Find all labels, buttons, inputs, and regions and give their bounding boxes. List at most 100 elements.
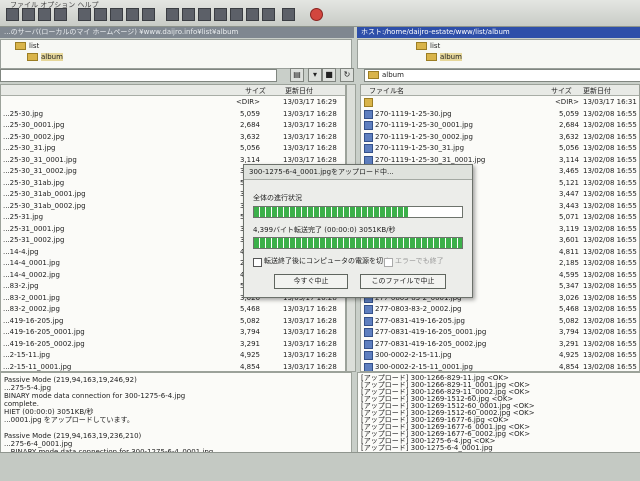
settings-icon[interactable] (282, 8, 295, 21)
table-row[interactable]: ...2-15-11.jpg 4,925 13/03/17 16:28 (1, 350, 345, 360)
log-line: Passive Mode (219,94,163,19,236,210) (4, 432, 142, 440)
error-exit-checkbox[interactable] (384, 258, 393, 267)
image-file-icon (364, 316, 373, 326)
list-icon[interactable] (246, 8, 259, 21)
tree-item-list[interactable]: list (15, 42, 39, 50)
table-row[interactable]: 270-1119-1-25-30_0002.jpg 3,632 13/02/08 1… (361, 132, 639, 142)
new-folder-icon[interactable] (182, 8, 195, 21)
mirror-icon[interactable] (78, 8, 91, 21)
paste-icon[interactable] (110, 8, 123, 21)
upload-icon[interactable] (38, 8, 51, 21)
shutdown-checkbox[interactable] (253, 258, 262, 267)
rename-icon[interactable] (142, 8, 155, 21)
local-refresh-icon[interactable]: ↻ (340, 68, 354, 82)
tree-item-list[interactable]: list (416, 42, 440, 50)
local-open-folder-icon[interactable]: ▤ (290, 68, 304, 82)
log-line: ...275-6-4_0001.jpg (4, 440, 73, 448)
file-date: 13/02/08 16:55 (583, 362, 637, 371)
file-size: 5,059 (239, 109, 260, 118)
table-row[interactable]: 270-1119-1-25-30.jpg 5,059 13/02/08 16:55 (361, 109, 639, 119)
file-size: 5,071 (558, 213, 579, 221)
sort-down-icon[interactable] (198, 8, 211, 21)
local-folder-tree: list album (0, 39, 352, 69)
file-name: ...83-2_0002.jpg (3, 305, 60, 313)
table-row[interactable]: ...25-30.jpg 5,059 13/03/17 16:28 (1, 109, 345, 119)
table-row[interactable]: ...83-2_0002.jpg 5,468 13/03/17 16:28 (1, 304, 345, 314)
file-size: 2,185 (558, 259, 579, 267)
table-row[interactable]: <DIR> 13/03/17 16:31 (361, 97, 639, 107)
table-row[interactable]: ...2-15-11_0001.jpg 4,854 13/03/17 16:28 (1, 362, 345, 372)
file-size: 3,632 (558, 132, 579, 141)
tree-item-album[interactable]: album (426, 53, 462, 61)
file-size: 3,794 (558, 328, 579, 336)
table-row[interactable]: 277-0803-83-2_0002.jpg 5,468 13/02/08 16:5… (361, 304, 639, 314)
file-date: 13/02/08 16:55 (583, 247, 637, 256)
column-size[interactable]: サイズ (245, 86, 266, 96)
connect-icon[interactable] (6, 8, 19, 21)
file-date: 13/02/08 16:55 (583, 224, 637, 233)
table-row[interactable]: ...419-16-205_0001.jpg 3,794 13/03/17 16:2… (1, 327, 345, 337)
file-date: 13/03/17 16:31 (583, 98, 637, 106)
column-date[interactable]: 更新日付 (583, 86, 611, 96)
image-file-icon (364, 132, 373, 142)
local-view-icon[interactable]: ■ (322, 68, 336, 82)
file-date: 13/02/08 16:55 (583, 293, 637, 302)
sort-up-icon[interactable] (214, 8, 227, 21)
file-size: 3,794 (239, 328, 260, 336)
file-name: 270-1119-1-25-30_31.jpg (375, 144, 465, 152)
table-row[interactable]: 277-0831-419-16-205_0002.jpg 3,291 13/02/0… (361, 339, 639, 349)
copy-icon[interactable] (94, 8, 107, 21)
table-row[interactable]: 270-1119-1-25-30_0001.jpg 2,684 13/02/08 1… (361, 120, 639, 130)
table-row[interactable]: 300-0002-2-15-11_0001.jpg 4,854 13/02/08 1… (361, 362, 639, 371)
table-row[interactable]: ...25-30_31.jpg 5,056 13/03/17 16:28 (1, 143, 345, 153)
folder-icon[interactable] (166, 8, 179, 21)
view-icon[interactable] (230, 8, 243, 21)
file-name: ...419-16-205_0001.jpg (3, 328, 85, 336)
image-file-icon (364, 109, 373, 119)
table-row[interactable]: ...419-16-205.jpg 5,082 13/03/17 16:28 (1, 316, 345, 326)
image-file-icon (364, 121, 373, 130)
file-size: 3,114 (239, 155, 260, 164)
file-date: 13/02/08 16:55 (583, 121, 637, 129)
table-row[interactable]: <DIR> 13/03/17 16:29 (1, 97, 345, 107)
detail-icon[interactable] (262, 8, 275, 21)
table-row[interactable]: ...25-30_0002.jpg 3,632 13/03/17 16:28 (1, 132, 345, 142)
column-name[interactable]: ファイル名 (369, 86, 404, 96)
table-row[interactable]: 300-0002-2-15-11.jpg 4,925 13/02/08 16:55 (361, 350, 639, 360)
file-name: ...25-30_31_0001.jpg (3, 155, 77, 164)
file-date: 13/02/08 16:55 (583, 339, 637, 348)
stop-after-file-button[interactable]: このファイルで中止 (360, 274, 446, 289)
local-up-folder-icon[interactable]: ▾ (308, 68, 322, 82)
folder-icon (364, 98, 373, 107)
file-date: 13/02/08 16:55 (583, 144, 637, 152)
file-size: 4,925 (558, 351, 579, 359)
file-size: 3,026 (558, 293, 579, 302)
table-row[interactable]: 277-0831-419-16-205.jpg 5,082 13/02/08 16:… (361, 316, 639, 326)
file-size: 2,684 (239, 121, 260, 129)
stop-now-button[interactable]: 今すぐ中止 (274, 274, 348, 289)
file-name: ...419-16-205_0002.jpg (3, 339, 85, 348)
column-date[interactable]: 更新日付 (285, 86, 313, 96)
file-name: 300-0002-2-15-11.jpg (375, 351, 452, 359)
table-row[interactable]: 277-0831-419-16-205_0001.jpg 3,794 13/02/0… (361, 327, 639, 337)
table-row[interactable]: ...25-30_0001.jpg 2,684 13/03/17 16:28 (1, 120, 345, 130)
table-row[interactable]: 270-1119-1-25-30_31_0001.jpg 3,114 13/02/0… (361, 155, 639, 165)
table-row[interactable]: 270-1119-1-25-30_31.jpg 5,056 13/02/08 16:… (361, 143, 639, 153)
disconnect-icon[interactable] (22, 8, 35, 21)
download-icon[interactable] (54, 8, 67, 21)
file-name: ...2-15-11.jpg (3, 351, 51, 359)
image-file-icon (364, 305, 373, 314)
file-name: ...25-31_0001.jpg (3, 224, 65, 233)
file-size: 4,854 (239, 362, 260, 371)
table-row[interactable]: ...25-30_31_0001.jpg 3,114 13/03/17 16:28 (1, 155, 345, 165)
file-date: 13/02/08 16:55 (583, 167, 637, 175)
delete-icon[interactable] (126, 8, 139, 21)
folder-icon (416, 42, 427, 50)
column-size[interactable]: サイズ (551, 86, 572, 96)
overall-progress-bar (253, 206, 463, 218)
table-row[interactable]: ...419-16-205_0002.jpg 3,291 13/03/17 16:2… (1, 339, 345, 349)
local-folder-combo[interactable] (0, 69, 277, 82)
remote-folder-combo[interactable]: album (364, 69, 640, 82)
stop-icon[interactable] (310, 8, 323, 21)
tree-item-album[interactable]: album (27, 53, 63, 61)
